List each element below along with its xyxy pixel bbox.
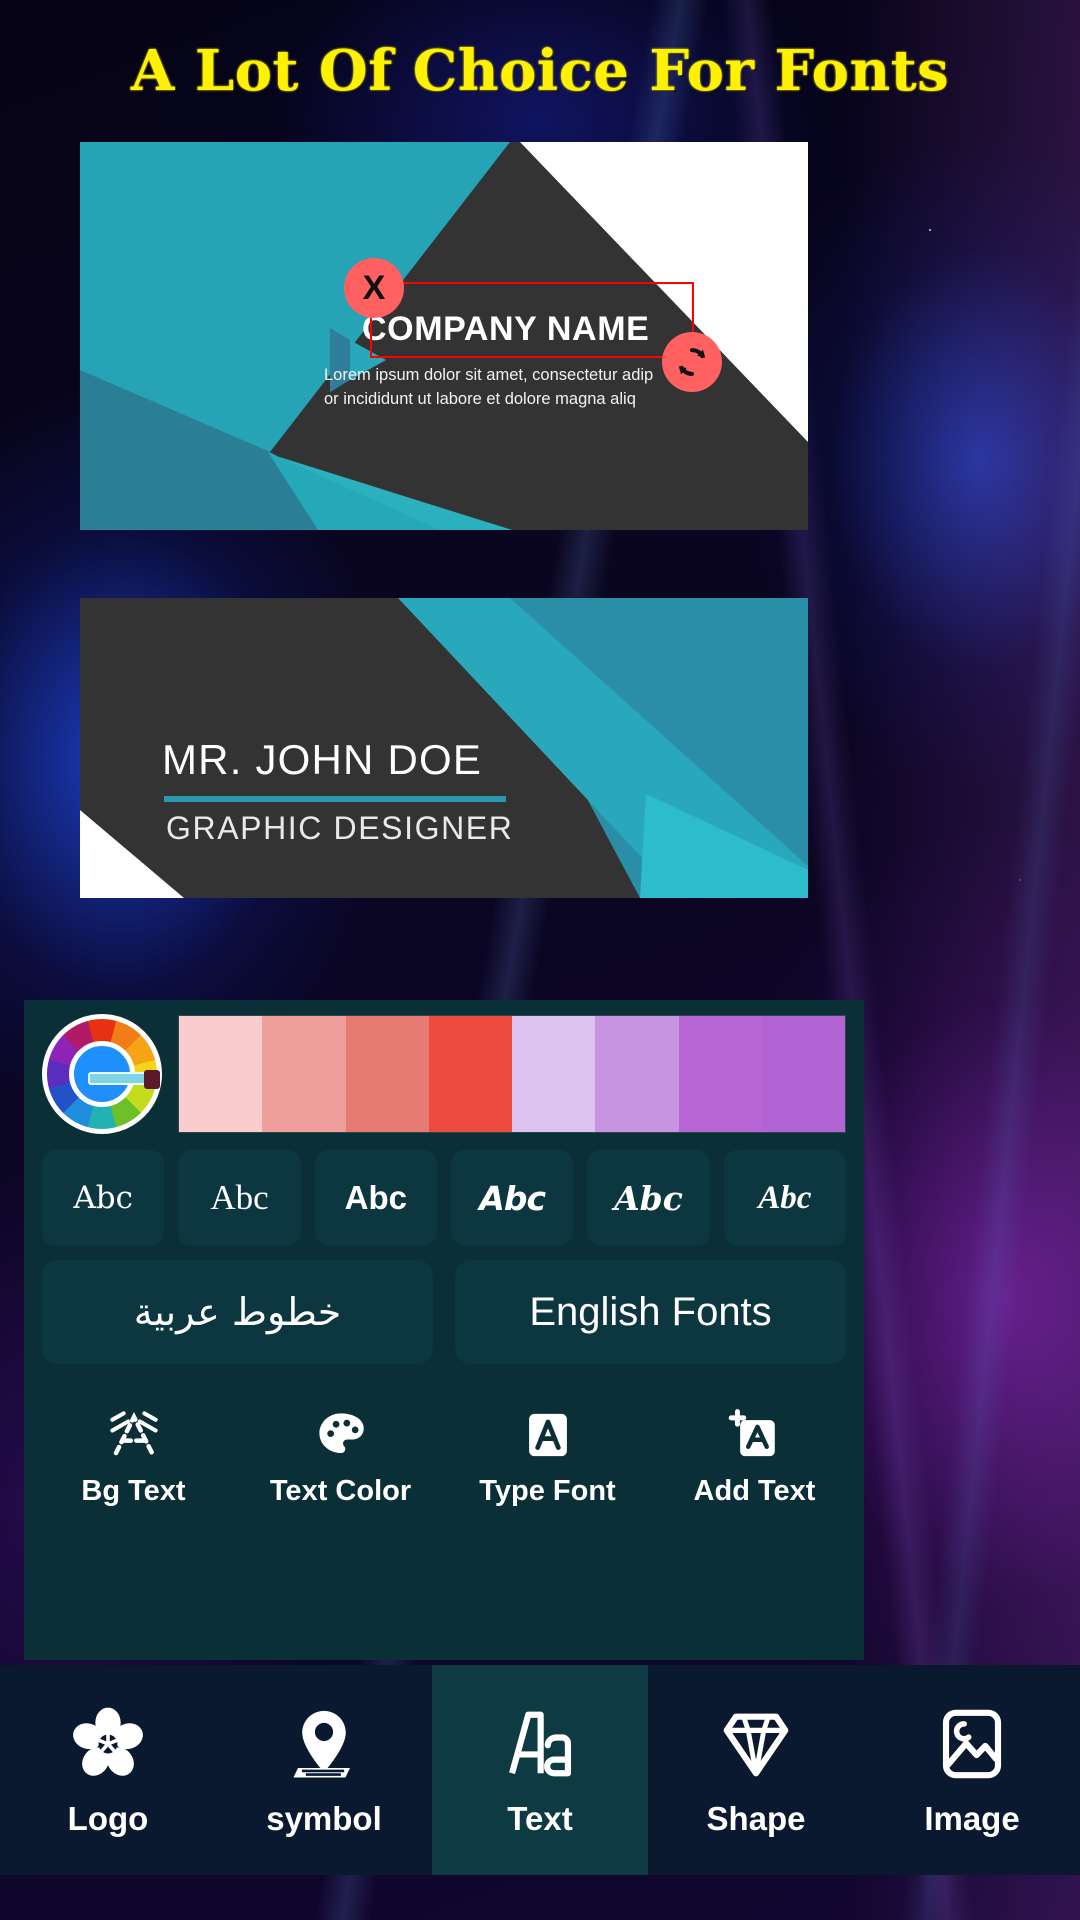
- font-sample-1[interactable]: Abc: [178, 1150, 301, 1246]
- color-swatch[interactable]: [678, 1016, 762, 1132]
- card-divider: [164, 796, 506, 802]
- map-pin-icon: [285, 1702, 363, 1786]
- app-root: A Lot Of Choice For Fonts COMPANY NAME L…: [0, 0, 1080, 1920]
- tool-type-font-label: Type Font: [479, 1474, 616, 1507]
- nav-item-logo-label: Logo: [67, 1800, 149, 1837]
- text-aa-icon: [501, 1702, 579, 1786]
- font-sample-0[interactable]: Abc: [42, 1150, 165, 1246]
- tool-type-font[interactable]: Type Font: [444, 1382, 651, 1532]
- flower-icon: [69, 1702, 147, 1786]
- tool-add-text-label: Add Text: [693, 1474, 816, 1507]
- language-font-row: خطوط عربية English Fonts: [24, 1246, 864, 1364]
- rotate-icon: [678, 348, 706, 376]
- bg-text-icon: [107, 1407, 161, 1463]
- color-picker-row: [24, 1000, 864, 1146]
- color-swatch-strip[interactable]: [178, 1015, 846, 1133]
- nav-item-image[interactable]: Image: [864, 1665, 1080, 1875]
- color-wheel-center: [69, 1041, 160, 1107]
- type-font-icon: [521, 1407, 575, 1463]
- close-icon: X: [362, 269, 386, 307]
- arabic-fonts-button[interactable]: خطوط عربية: [42, 1260, 433, 1364]
- text-tools-row: Bg Text Text Color Type Font Add Text: [24, 1364, 864, 1532]
- tool-bg-text[interactable]: Bg Text: [30, 1382, 237, 1532]
- nav-item-shape[interactable]: Shape: [648, 1665, 864, 1875]
- font-sample-4[interactable]: Abc: [587, 1150, 710, 1246]
- nav-item-text[interactable]: Text: [432, 1665, 648, 1875]
- color-swatch[interactable]: [345, 1016, 429, 1132]
- page-title: A Lot Of Choice For Fonts: [130, 38, 950, 104]
- nav-item-logo[interactable]: Logo: [0, 1665, 216, 1875]
- nav-item-text-label: Text: [507, 1800, 573, 1837]
- card-company-name[interactable]: COMPANY NAME: [362, 310, 649, 349]
- card-person-name[interactable]: MR. JOHN DOE: [162, 736, 482, 784]
- card-job-title[interactable]: GRAPHIC DESIGNER: [166, 810, 513, 847]
- image-icon: [933, 1702, 1011, 1786]
- nav-item-image-label: Image: [924, 1800, 1020, 1837]
- font-sample-row: Abc Abc Abc Abc Abc Abc: [24, 1146, 864, 1246]
- english-fonts-button[interactable]: English Fonts: [455, 1260, 846, 1364]
- font-sample-3[interactable]: Abc: [450, 1150, 574, 1246]
- diamond-icon: [717, 1702, 795, 1786]
- tool-text-color-label: Text Color: [269, 1474, 412, 1507]
- palette-icon: [314, 1407, 368, 1463]
- color-swatch[interactable]: [512, 1016, 596, 1132]
- nav-item-symbol[interactable]: symbol: [216, 1665, 432, 1875]
- rotate-handle[interactable]: [662, 332, 722, 392]
- color-wheel-eyedropper-icon[interactable]: [42, 1014, 162, 1134]
- card-tagline-line-2: or incididunt ut labore et dolore magna …: [324, 389, 636, 408]
- font-sample-5[interactable]: Abc: [723, 1150, 846, 1246]
- tool-bg-text-label: Bg Text: [81, 1474, 186, 1507]
- text-editor-panel: Abc Abc Abc Abc Abc Abc خطوط عربية Engli…: [24, 1000, 864, 1660]
- color-swatch[interactable]: [262, 1016, 346, 1132]
- bottom-navigation-bar: Logo symbol Text Shape Image: [0, 1665, 1080, 1875]
- color-swatch[interactable]: [761, 1016, 845, 1132]
- nav-item-shape-label: Shape: [706, 1800, 806, 1837]
- nav-item-symbol-label: symbol: [266, 1800, 382, 1837]
- tool-text-color[interactable]: Text Color: [237, 1382, 444, 1532]
- tool-add-text[interactable]: Add Text: [651, 1382, 858, 1532]
- color-swatch[interactable]: [179, 1016, 263, 1132]
- color-swatch[interactable]: [428, 1016, 512, 1132]
- business-card-back[interactable]: MR. JOHN DOE GRAPHIC DESIGNER: [80, 598, 808, 898]
- font-sample-2[interactable]: Abc: [314, 1150, 437, 1246]
- add-text-icon: [728, 1407, 782, 1463]
- color-swatch[interactable]: [595, 1016, 679, 1132]
- delete-handle[interactable]: X: [344, 258, 404, 318]
- eyedropper-icon: [88, 1070, 160, 1089]
